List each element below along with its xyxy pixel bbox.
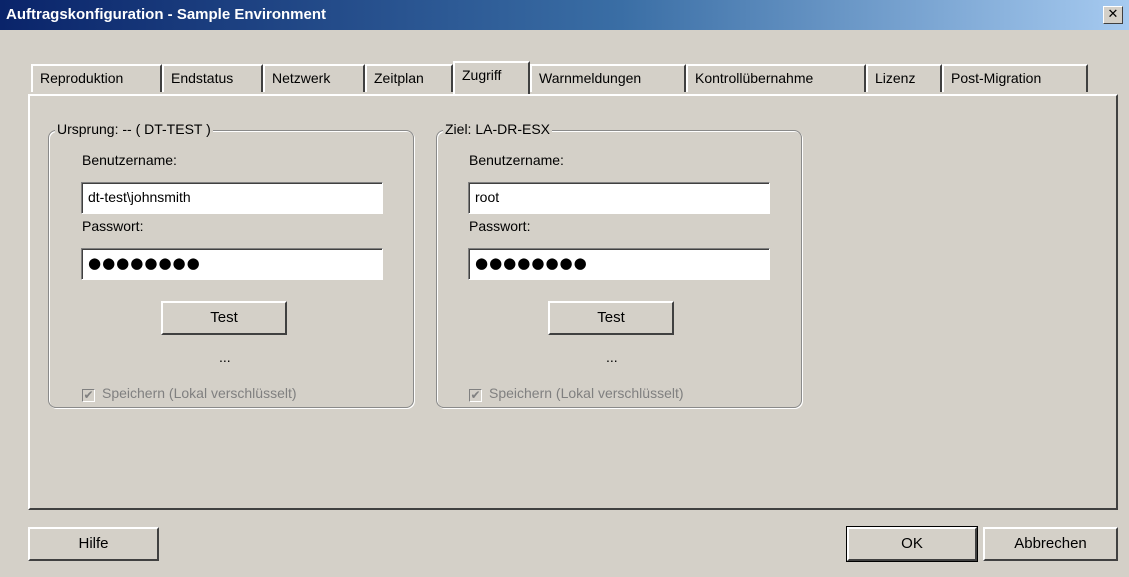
close-button[interactable]: ✕	[1103, 6, 1123, 24]
tab-reproduktion[interactable]: Reproduktion	[31, 64, 162, 92]
close-icon: ✕	[1107, 7, 1119, 22]
target-password-label: Passwort:	[469, 218, 531, 234]
tab-label: Zugriff	[462, 67, 502, 83]
tab-label: Reproduktion	[40, 70, 124, 86]
target-password-input[interactable]: ●●●●●●●●	[468, 248, 770, 280]
source-password-label: Passwort:	[82, 218, 144, 234]
target-save-checkbox[interactable]: ✔	[469, 389, 482, 402]
tab-lizenz[interactable]: Lizenz	[866, 64, 942, 92]
ok-button[interactable]: OK	[846, 526, 978, 562]
check-icon: ✔	[83, 388, 94, 402]
target-username-input[interactable]: root	[468, 182, 770, 214]
tab-netzwerk[interactable]: Netzwerk	[263, 64, 365, 92]
help-button[interactable]: Hilfe	[28, 527, 159, 561]
source-save-label: Speichern (Lokal verschlüsselt)	[102, 385, 297, 401]
source-password-input[interactable]: ●●●●●●●●	[81, 248, 383, 280]
source-username-label: Benutzername:	[82, 152, 177, 168]
target-username-label: Benutzername:	[469, 152, 564, 168]
target-credentials-group: Ziel: LA-DR-ESX Benutzername: root Passw…	[436, 121, 802, 408]
source-test-status: ...	[219, 349, 231, 365]
tab-zugriff[interactable]: Zugriff	[453, 61, 530, 94]
source-username-input[interactable]: dt-test\johnsmith	[81, 182, 383, 214]
tab-label: Kontrollübernahme	[695, 70, 814, 86]
tab-warnmeldungen[interactable]: Warnmeldungen	[530, 64, 686, 92]
window-titlebar[interactable]: Auftragskonfiguration - Sample Environme…	[0, 0, 1129, 30]
tab-label: Lizenz	[875, 70, 916, 86]
source-test-button[interactable]: Test	[161, 301, 287, 335]
tab-post-migration[interactable]: Post-Migration	[942, 64, 1088, 92]
target-group-title: Ziel: LA-DR-ESX	[443, 121, 553, 137]
tab-label: Post-Migration	[951, 70, 1042, 86]
tab-panel-zugriff: Ursprung: -- ( DT-TEST ) Benutzername: d…	[28, 94, 1118, 510]
tab-label: Warnmeldungen	[539, 70, 642, 86]
tab-endstatus[interactable]: Endstatus	[162, 64, 263, 92]
check-icon: ✔	[470, 388, 481, 402]
source-group-title: Ursprung: -- ( DT-TEST )	[55, 121, 213, 137]
tab-label: Zeitplan	[374, 70, 424, 86]
tab-label: Endstatus	[171, 70, 234, 86]
tab-zeitplan[interactable]: Zeitplan	[365, 64, 453, 92]
window-title: Auftragskonfiguration - Sample Environme…	[6, 6, 327, 23]
tab-label: Netzwerk	[272, 70, 331, 86]
target-save-label: Speichern (Lokal verschlüsselt)	[489, 385, 684, 401]
source-save-checkbox[interactable]: ✔	[82, 389, 95, 402]
source-credentials-group: Ursprung: -- ( DT-TEST ) Benutzername: d…	[48, 121, 414, 408]
target-test-status: ...	[606, 349, 618, 365]
cancel-button[interactable]: Abbrechen	[983, 527, 1118, 561]
target-test-button[interactable]: Test	[548, 301, 674, 335]
tab-kontrolluebernahme[interactable]: Kontrollübernahme	[686, 64, 866, 92]
